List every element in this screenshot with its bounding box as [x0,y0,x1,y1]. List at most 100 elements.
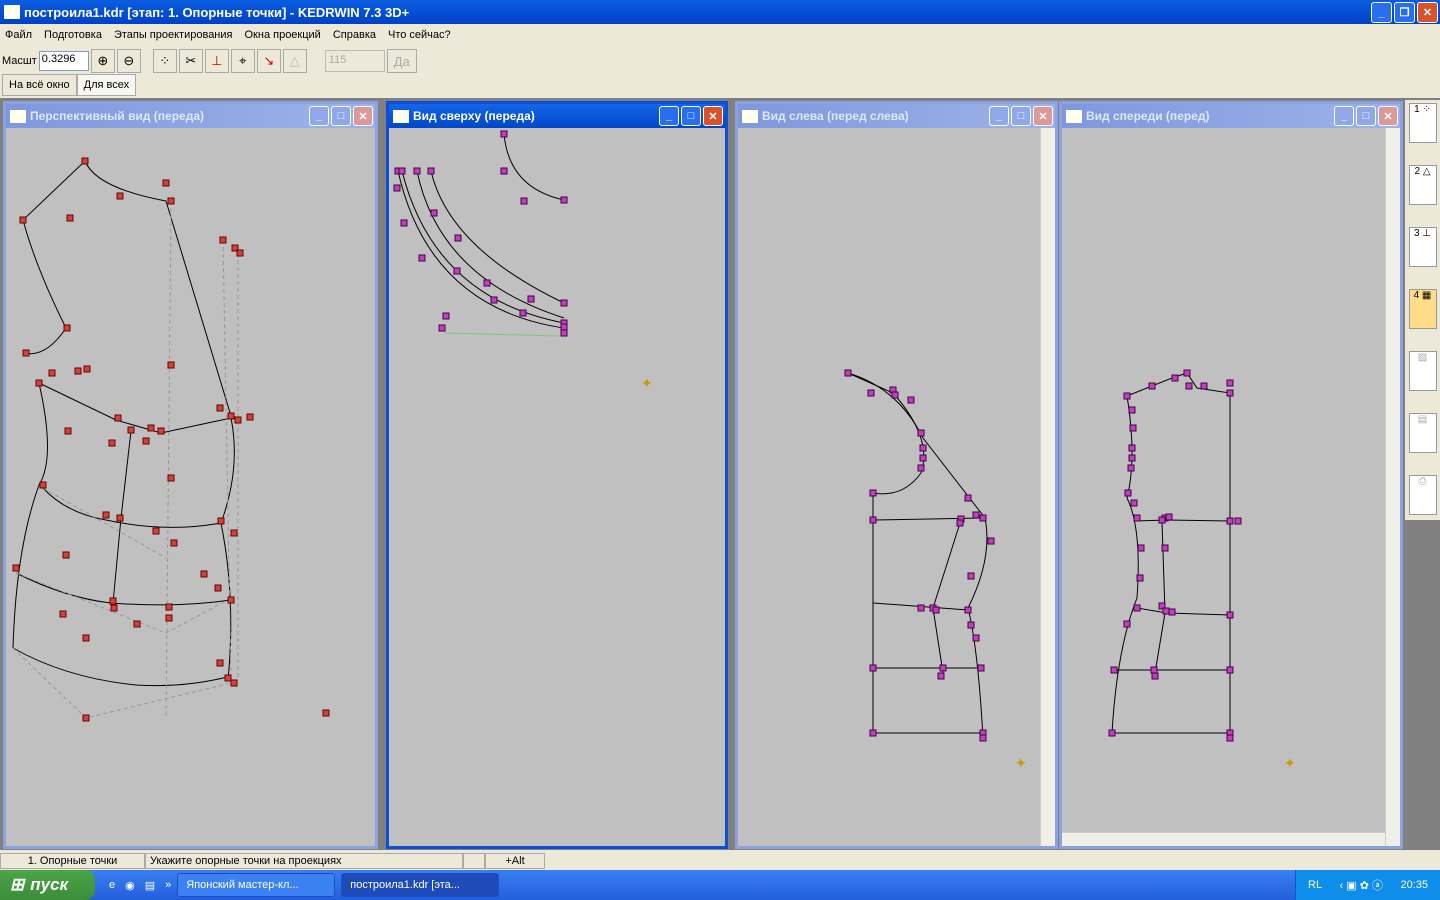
minimize-button[interactable]: _ [309,106,329,126]
reference-point[interactable] [1133,604,1141,612]
minimize-button[interactable]: _ [989,106,1009,126]
reference-point[interactable] [500,167,508,175]
reference-point[interactable] [81,157,89,165]
reference-point[interactable] [165,614,173,622]
reference-point[interactable] [1183,369,1191,377]
reference-point[interactable] [400,219,408,227]
reference-point[interactable] [967,621,975,629]
reference-point[interactable] [1129,424,1137,432]
lang-indicator[interactable]: RL [1308,879,1322,891]
reference-point[interactable] [1130,499,1138,507]
reference-point[interactable] [1128,406,1136,414]
maximize-button[interactable]: □ [331,106,351,126]
reference-point[interactable] [453,267,461,275]
close-button[interactable]: ✕ [1417,2,1438,23]
reference-point[interactable] [152,527,160,535]
reference-point[interactable] [219,236,227,244]
reference-point[interactable] [246,413,254,421]
vertical-scrollbar[interactable] [1040,128,1055,846]
reference-point[interactable] [483,279,491,287]
reference-point[interactable] [142,437,150,445]
reference-point[interactable] [82,634,90,642]
task-kedrwin[interactable]: построила1.kdr [эта... [341,873,500,897]
reference-point[interactable] [74,367,82,375]
top-view-canvas[interactable]: ✦ [389,128,725,846]
reference-point[interactable] [1226,379,1234,387]
reference-point[interactable] [1185,382,1193,390]
points-tool-icon[interactable]: ⁘ [152,49,177,73]
reference-point[interactable] [869,516,877,524]
reference-point[interactable] [977,664,985,672]
reference-point[interactable] [1226,389,1234,397]
close-button[interactable]: ✕ [1378,106,1398,126]
reference-point[interactable] [1162,607,1170,615]
task-firefox[interactable]: Японский мастер-кл... [177,873,336,897]
reference-point[interactable] [236,249,244,257]
reference-point[interactable] [322,709,330,717]
close-button[interactable]: ✕ [353,106,373,126]
quicklaunch-more-icon[interactable]: » [165,879,171,891]
zoom-in-icon[interactable]: ⊕ [90,49,115,73]
reference-point[interactable] [12,564,20,572]
front-view-canvas[interactable]: ✦ [1062,128,1385,833]
reference-point[interactable] [83,365,91,373]
reference-point[interactable] [1151,672,1159,680]
reference-point[interactable] [919,444,927,452]
reference-point[interactable] [1108,729,1116,737]
reference-point[interactable] [108,439,116,447]
reference-point[interactable] [170,539,178,547]
reference-point[interactable] [116,514,124,522]
minimize-button[interactable]: _ [1371,2,1392,23]
reference-point[interactable] [1234,517,1242,525]
reference-point[interactable] [560,299,568,307]
left-view-canvas[interactable]: ✦ [738,128,1040,838]
reference-point[interactable] [227,412,235,420]
zoom-out-icon[interactable]: ⊖ [116,49,141,73]
intersection-point-icon[interactable]: ⌖ [230,49,255,73]
maximize-button[interactable]: □ [1356,106,1376,126]
reference-point[interactable] [1110,666,1118,674]
reference-point[interactable] [972,634,980,642]
reference-point[interactable] [22,349,30,357]
reference-point[interactable] [1136,574,1144,582]
stage-3-measure-icon[interactable]: 3 ⊥ [1408,227,1437,267]
minimize-button[interactable]: _ [659,106,679,126]
menu-help[interactable]: Справка [333,29,376,41]
reference-point[interactable] [520,197,528,205]
reference-point[interactable] [1137,544,1145,552]
reference-point[interactable] [560,329,568,337]
reference-point[interactable] [66,214,74,222]
reference-point[interactable] [500,130,508,138]
reference-point[interactable] [1158,516,1166,524]
reference-point[interactable] [867,389,875,397]
scale-input[interactable]: 0.3296 [38,51,89,71]
tray-icons[interactable]: ‹ ▣ ✿ ⓐ [1340,877,1383,893]
reference-point[interactable] [167,361,175,369]
reference-point[interactable] [1127,464,1135,472]
close-button[interactable]: ✕ [1033,106,1053,126]
reference-point[interactable] [869,664,877,672]
horizontal-scrollbar[interactable] [1062,832,1385,846]
app-quicklaunch-icon[interactable]: ▤ [145,879,155,892]
reference-point[interactable] [560,323,568,331]
reference-point[interactable] [1124,489,1132,497]
reference-point[interactable] [939,664,947,672]
reference-point[interactable] [127,426,135,434]
reference-point[interactable] [1123,392,1131,400]
reference-point[interactable] [214,584,222,592]
close-button[interactable]: ✕ [703,106,723,126]
maximize-button[interactable]: □ [681,106,701,126]
reference-point[interactable] [964,494,972,502]
reference-point[interactable] [1226,611,1234,619]
reference-point[interactable] [165,603,173,611]
reference-point[interactable] [972,511,980,519]
reference-point[interactable] [430,209,438,217]
yes-button[interactable]: Да [386,49,417,73]
reference-point[interactable] [1150,666,1158,674]
ie-icon[interactable]: e [109,879,115,891]
point-on-line-icon[interactable]: ⊥ [204,49,229,73]
reference-point[interactable] [224,674,232,682]
reference-point[interactable] [1171,374,1179,382]
reference-point[interactable] [917,604,925,612]
reference-point[interactable] [869,489,877,497]
